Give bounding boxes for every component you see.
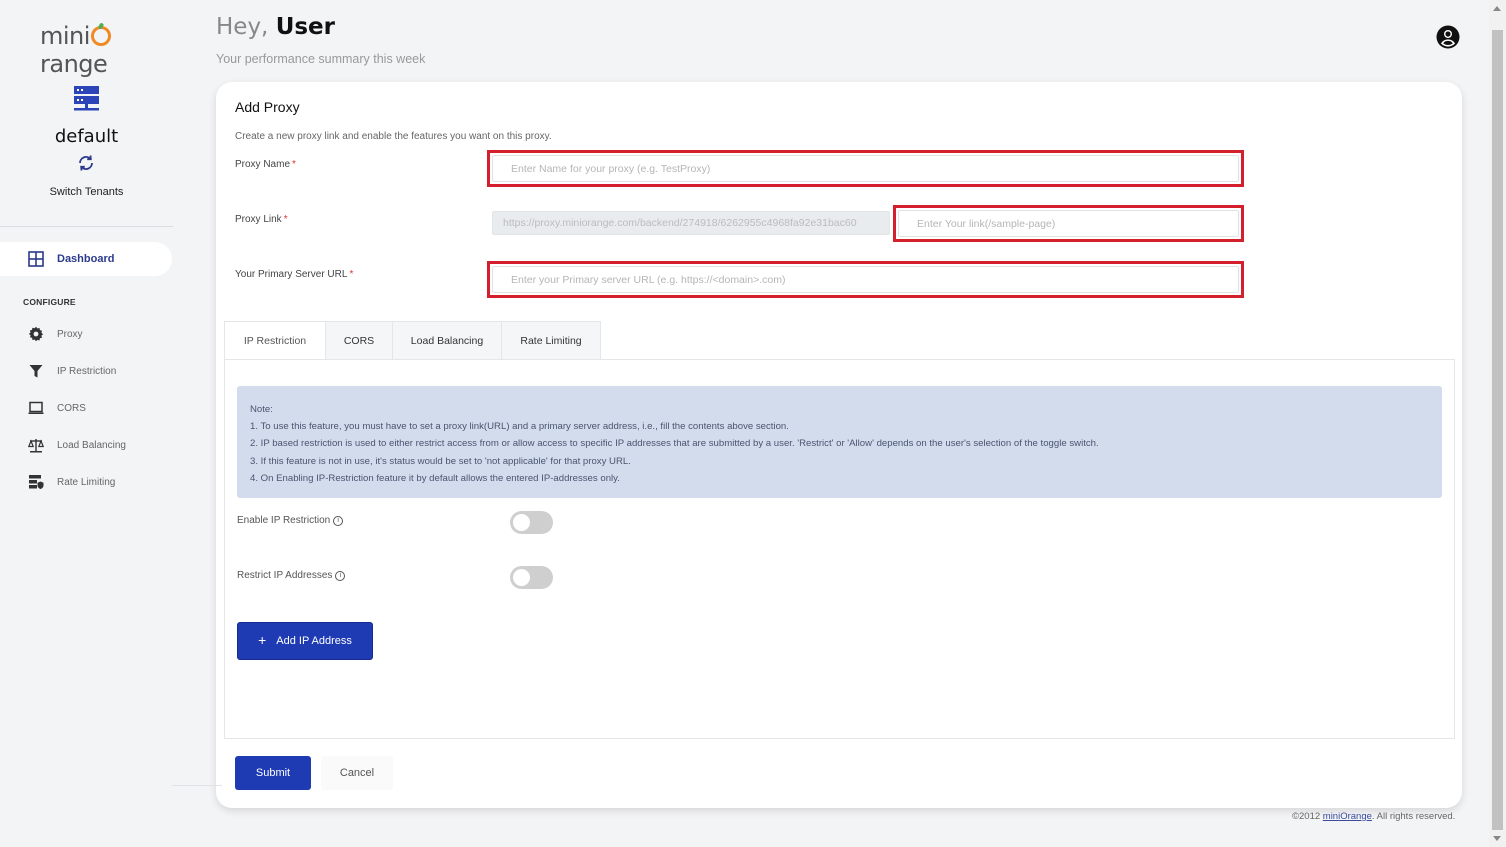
sidebar-item-label: Rate Limiting [57,476,116,488]
sidebar-item-label: IP Restriction [57,365,117,377]
laptop-icon [28,400,44,416]
gear-icon [28,326,44,342]
user-name: User [275,14,335,40]
sidebar-item-ip-restriction[interactable]: IP Restriction [0,356,172,386]
sidebar-divider [0,226,173,227]
proxy-name-input[interactable] [492,155,1239,182]
sidebar-item-label: CORS [57,402,86,414]
minorange-link[interactable]: miniOrange [1323,811,1372,822]
proxy-link-prefix-input [492,211,890,235]
tab-load-balancing[interactable]: Load Balancing [393,321,502,360]
add-ip-address-button[interactable]: + Add IP Address [237,622,373,660]
user-account-icon[interactable] [1436,25,1460,49]
primary-url-input[interactable] [492,266,1239,293]
note-title: Note: [250,404,273,415]
server-shield-icon [28,474,44,490]
sidebar-item-dashboard[interactable]: Dashboard [0,242,172,276]
footer: ©2012 miniOrange. All rights reserved. [1292,811,1456,822]
switch-tenants-link[interactable]: Switch Tenants [0,186,173,198]
feature-tabs: IP Restriction CORS Load Balancing Rate … [224,321,601,360]
greeting-subtitle: Your performance summary this week [216,52,426,66]
note-line: 4. On Enabling IP-Restriction feature it… [250,472,620,484]
filter-icon [28,363,44,379]
sidebar: minirange default Switch Tenants Dashboa… [0,0,173,847]
card-description: Create a new proxy link and enable the f… [235,131,552,142]
note-line: 2. IP based restriction is used to eithe… [250,438,1099,450]
info-icon[interactable]: i [333,515,344,526]
scroll-thumb[interactable] [1492,30,1503,830]
proxy-link-input[interactable] [898,210,1239,237]
cancel-button[interactable]: Cancel [321,756,393,790]
tab-rate-limiting[interactable]: Rate Limiting [502,321,601,360]
info-icon[interactable]: i [335,570,346,581]
scroll-down-arrow-icon[interactable] [1493,836,1501,841]
card-title: Add Proxy [235,99,300,115]
tenant-name: default [54,126,119,147]
enable-ip-restriction-label: Enable IP Restriction i [237,515,344,526]
tab-ip-restriction[interactable]: IP Restriction [224,321,326,360]
orange-logo-icon [90,26,111,46]
sidebar-item-label: Load Balancing [57,439,126,451]
primary-url-label: Your Primary Server URL * [235,269,354,280]
tab-cors[interactable]: CORS [326,321,393,360]
server-network-icon [74,86,99,111]
content-divider [172,785,222,786]
plus-icon: + [258,631,267,648]
proxy-link-label: Proxy Link * [235,214,288,225]
page-scrollbar[interactable] [1489,0,1506,847]
proxy-name-label: Proxy Name * [235,159,296,170]
toggle-knob [513,569,530,586]
sidebar-item-rate-limiting[interactable]: Rate Limiting [0,467,172,497]
toggle-knob [513,514,530,531]
switch-tenant-icon[interactable] [77,154,95,172]
restrict-ip-addresses-label: Restrict IP Addresses i [237,570,346,581]
sidebar-item-load-balancing[interactable]: Load Balancing [0,430,172,460]
add-proxy-card: Add Proxy Create a new proxy link and en… [216,82,1462,808]
note-line: 3. If this feature is not in use, it's s… [250,455,631,467]
sidebar-item-label: Proxy [57,328,83,340]
sidebar-item-proxy[interactable]: Proxy [0,319,172,349]
sidebar-item-label: Dashboard [57,253,115,265]
note-line: 1. To use this feature, you must have to… [250,421,789,433]
scroll-up-arrow-icon[interactable] [1493,6,1501,11]
ip-restriction-panel: Note: 1. To use this feature, you must h… [224,359,1455,739]
sidebar-item-cors[interactable]: CORS [0,393,172,423]
grid-icon [28,251,44,267]
minorange-logo[interactable]: minirange [40,22,173,78]
ip-restriction-note: Note: 1. To use this feature, you must h… [237,386,1442,498]
restrict-ip-addresses-toggle[interactable] [510,566,553,589]
greeting: Hey, User [216,14,335,40]
submit-button[interactable]: Submit [235,756,311,790]
scale-icon [28,437,44,453]
configure-section-title: CONFIGURE [23,297,76,307]
enable-ip-restriction-toggle[interactable] [510,511,553,534]
